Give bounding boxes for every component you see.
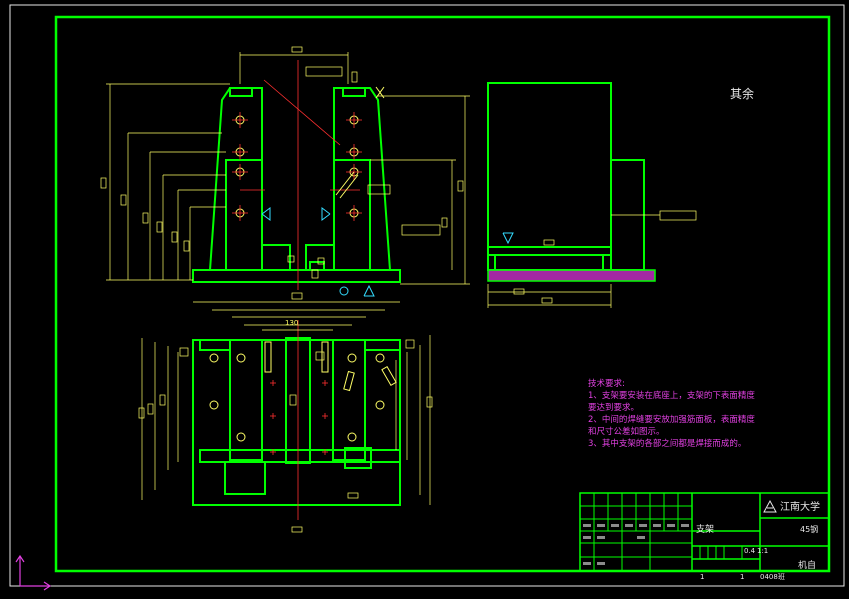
material: 45钢 bbox=[800, 525, 819, 534]
top-view bbox=[192, 337, 401, 506]
roughness-note: 其余 bbox=[730, 87, 755, 101]
tech-req-line-2: 要达到要求。 bbox=[588, 403, 640, 413]
department: 机自 bbox=[798, 561, 817, 571]
side-view-dimensions bbox=[487, 210, 697, 308]
scale-value: 1:1 bbox=[757, 547, 769, 555]
outer-sheet-border bbox=[9, 4, 845, 587]
sheet-count-right: 1 bbox=[740, 573, 745, 581]
technical-requirements: 技术要求: 1、支架要安装在底座上，支架的下表面精度 要达到要求。 2、中间的焊… bbox=[588, 378, 755, 450]
school-name: 江南大学 bbox=[780, 502, 820, 513]
tech-req-line-3: 2、中间的焊缝要安放加强筋面板，表面精度 bbox=[588, 415, 755, 425]
part-name: 支架 bbox=[696, 525, 715, 535]
drawing-number: 0408班 bbox=[760, 573, 785, 581]
cad-drawing-canvas bbox=[9, 4, 845, 591]
side-view bbox=[487, 82, 645, 271]
triangle-logo-icon bbox=[763, 499, 777, 513]
tech-req-line-1: 1、支架要安装在底座上，支架的下表面精度 bbox=[588, 391, 755, 401]
tech-req-line-4: 和尺寸公差如图示。 bbox=[588, 427, 665, 437]
weight-value: 0.4 bbox=[744, 547, 756, 555]
side-view-hatch bbox=[487, 269, 656, 282]
side-view-cyan-symbols bbox=[502, 232, 514, 245]
tech-req-line-5: 3、其中支架的各部之间都是焊接而成的。 bbox=[588, 439, 747, 449]
dimension-130: 130 bbox=[285, 319, 299, 327]
front-view-weld-marks bbox=[335, 86, 385, 199]
ucs-axis-icon bbox=[15, 554, 52, 591]
drawing-frame bbox=[54, 15, 831, 573]
front-view-holes bbox=[235, 115, 359, 218]
front-view-dimensions bbox=[100, 46, 470, 285]
sheet-count-left: 1 bbox=[700, 573, 705, 581]
top-view-holes bbox=[209, 353, 385, 442]
top-view-centerlines bbox=[270, 320, 328, 520]
tech-req-title: 技术要求: bbox=[588, 379, 625, 389]
